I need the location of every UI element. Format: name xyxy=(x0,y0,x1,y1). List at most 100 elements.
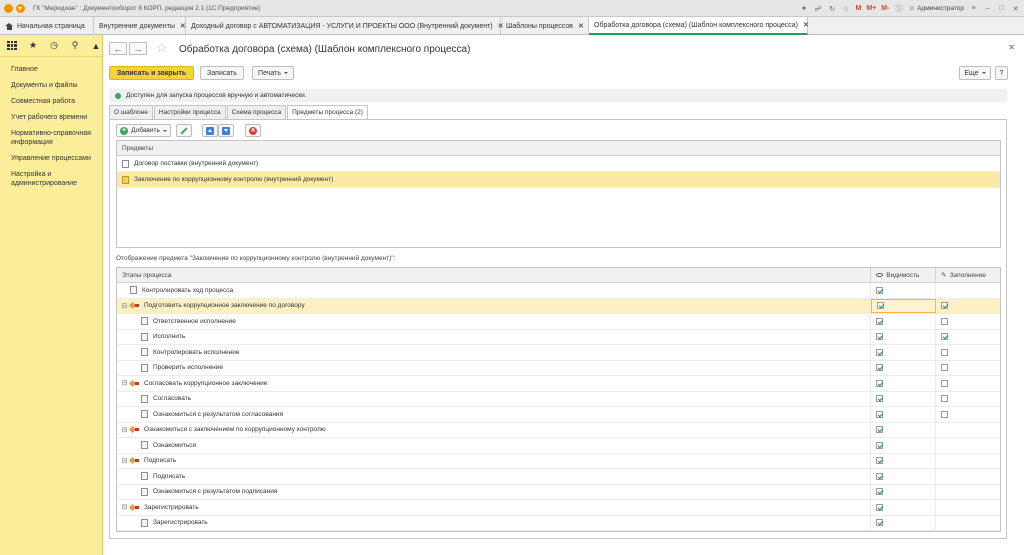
tab-process-scheme[interactable]: Схема процесса xyxy=(226,105,287,119)
close-form-icon[interactable]: ✕ xyxy=(1008,43,1015,52)
save-and-close-button[interactable]: Записать и закрыть xyxy=(109,66,194,80)
back-button[interactable]: ← xyxy=(109,42,127,55)
stage-group-row[interactable]: ⊟ Зарегистрировать xyxy=(117,500,1000,516)
collapse-icon[interactable]: ⊟ xyxy=(121,503,128,511)
tab-internal-docs[interactable]: Внутренние документы ✕ xyxy=(94,17,186,35)
save-button[interactable]: Записать xyxy=(200,66,244,80)
visibility-checkbox[interactable] xyxy=(876,286,884,294)
visibility-checkbox[interactable] xyxy=(876,426,884,434)
stage-row[interactable]: Подписать xyxy=(117,469,1000,485)
visibility-checkbox[interactable] xyxy=(876,457,884,465)
move-down-button[interactable] xyxy=(218,124,234,137)
maximize-icon[interactable]: □ xyxy=(997,4,1006,13)
fill-checkbox[interactable] xyxy=(941,302,949,310)
stage-row[interactable]: Ознакомиться с результатом согласования xyxy=(117,407,1000,423)
stage-row[interactable]: Согласовать xyxy=(117,391,1000,407)
favorites-icon[interactable]: ☆ xyxy=(842,4,851,13)
visibility-checkbox[interactable] xyxy=(876,519,884,527)
favorite-star-icon[interactable]: ☆ xyxy=(156,40,168,56)
tab-close-icon[interactable]: ✕ xyxy=(578,22,584,30)
close-window-icon[interactable]: ✕ xyxy=(1011,4,1020,13)
help-button[interactable]: ? xyxy=(995,66,1008,80)
stage-column-header[interactable]: Этапы процесса xyxy=(117,268,872,282)
memory-mplus-icon[interactable]: M+ xyxy=(866,5,876,12)
collapse-icon[interactable]: ⊟ xyxy=(121,302,128,310)
visibility-checkbox[interactable] xyxy=(876,503,884,511)
history-icon[interactable]: ↻ xyxy=(828,4,837,13)
visibility-checkbox[interactable] xyxy=(876,348,884,356)
fill-checkbox[interactable] xyxy=(941,410,949,418)
stage-group-row[interactable]: ⊟ Подписать xyxy=(117,453,1000,469)
visibility-column-header[interactable]: Видимость xyxy=(871,268,937,282)
subject-row-selected[interactable]: Заключение по коррупционному контролю (в… xyxy=(117,172,1000,188)
links-icon[interactable]: ☍ xyxy=(814,4,823,13)
window-menu-icon[interactable]: ≡ xyxy=(969,4,978,13)
visibility-checkbox[interactable] xyxy=(876,441,884,449)
fill-checkbox[interactable] xyxy=(941,333,949,341)
fill-checkbox[interactable] xyxy=(941,379,949,387)
tab-close-icon[interactable]: ✕ xyxy=(180,22,186,30)
memory-m-icon[interactable]: M xyxy=(856,5,862,12)
sidebar-item-time-tracking[interactable]: Учет рабочего времени xyxy=(0,113,102,122)
visibility-checkbox[interactable] xyxy=(877,302,885,310)
fill-checkbox[interactable] xyxy=(941,364,949,372)
stage-group-row[interactable]: ⊟ Ознакомиться с заключением по коррупцио… xyxy=(117,422,1000,438)
fill-checkbox[interactable] xyxy=(941,348,949,356)
sidebar-item-documents[interactable]: Документы и файлы xyxy=(0,81,102,90)
tab-process-templates[interactable]: Шаблоны процессов ✕ xyxy=(501,17,589,35)
stage-row[interactable]: Контролировать ход процесса xyxy=(117,283,1000,299)
fill-checkbox[interactable] xyxy=(941,395,949,403)
bell-icon[interactable]: ▲ xyxy=(91,41,101,51)
sidebar-item-process-management[interactable]: Управление процессами xyxy=(0,154,102,163)
tab-about-template[interactable]: О шаблоне xyxy=(109,105,153,119)
fill-checkbox[interactable] xyxy=(941,317,949,325)
print-button[interactable]: Печать xyxy=(252,66,294,80)
memory-mminus-icon[interactable]: M- xyxy=(881,5,889,12)
tab-process-subjects[interactable]: Предметы процесса (2) xyxy=(287,105,368,119)
stage-row[interactable]: Контролировать исполнение xyxy=(117,345,1000,361)
forward-button[interactable]: → xyxy=(129,42,147,55)
stage-row[interactable]: Ознакомиться с регистрацией xyxy=(117,531,1000,532)
visibility-checkbox[interactable] xyxy=(876,395,884,403)
visibility-checkbox[interactable] xyxy=(876,333,884,341)
visibility-checkbox[interactable] xyxy=(876,410,884,418)
minimize-icon[interactable]: – xyxy=(983,4,992,13)
sidebar-item-main[interactable]: Главное xyxy=(0,65,102,74)
info-icon[interactable]: ⓘ xyxy=(894,4,903,13)
visibility-checkbox[interactable] xyxy=(876,364,884,372)
visibility-checkbox[interactable] xyxy=(876,472,884,480)
stage-row[interactable]: Ознакомиться с результатом подписания xyxy=(117,484,1000,500)
all-functions-icon[interactable] xyxy=(7,40,17,51)
tab-home[interactable]: Начальная страница xyxy=(0,17,94,35)
visibility-checkbox[interactable] xyxy=(876,317,884,325)
stage-group-row[interactable]: ⊟ Согласовать коррупционное заключение xyxy=(117,376,1000,392)
main-menu-icon[interactable] xyxy=(16,3,25,13)
stage-row[interactable]: Ознакомиться xyxy=(117,438,1000,454)
history-clock-icon[interactable]: ◷ xyxy=(49,40,59,51)
collapse-icon[interactable]: ⊟ xyxy=(121,457,128,465)
tab-close-icon[interactable]: ✕ xyxy=(803,21,809,29)
more-button[interactable]: Еще xyxy=(959,66,991,80)
stage-group-row[interactable]: ⊟ Подготовить коррупционное заключение по… xyxy=(117,298,1000,314)
visibility-checkbox[interactable] xyxy=(876,488,884,496)
subject-row[interactable]: Договор поставки (внутренний документ) xyxy=(117,156,1000,172)
collapse-icon[interactable]: ⊟ xyxy=(121,426,128,434)
collapse-icon[interactable]: ⊟ xyxy=(121,379,128,387)
search-icon[interactable]: ⚲ xyxy=(70,40,80,51)
favorites-star-icon[interactable]: ★ xyxy=(28,40,38,51)
tab-process-settings[interactable]: Настройки процесса xyxy=(153,105,226,119)
delete-button[interactable]: ✕ xyxy=(245,124,261,137)
add-button[interactable]: + Добавить xyxy=(116,124,171,137)
stage-row[interactable]: Зарегистрировать xyxy=(117,515,1000,531)
stage-row[interactable]: Исполнить xyxy=(117,329,1000,345)
tab-contract-processing[interactable]: Обработка договора (схема) (Шаблон компл… xyxy=(589,17,809,35)
sidebar-item-collaboration[interactable]: Совместная работа xyxy=(0,97,102,106)
stage-row[interactable]: Ответственное исполнение xyxy=(117,314,1000,330)
edit-button[interactable] xyxy=(176,124,192,137)
tab-income-contract[interactable]: Доходный договор с АВТОМАТИЗАЦИЯ - УСЛУГ… xyxy=(186,17,504,35)
move-up-button[interactable] xyxy=(202,124,218,137)
visibility-checkbox[interactable] xyxy=(876,379,884,387)
notifications-icon[interactable]: ● xyxy=(800,4,809,13)
sidebar-item-reference-info[interactable]: Нормативно-справочная информация xyxy=(0,129,102,147)
stage-row[interactable]: Проверить исполнение xyxy=(117,360,1000,376)
